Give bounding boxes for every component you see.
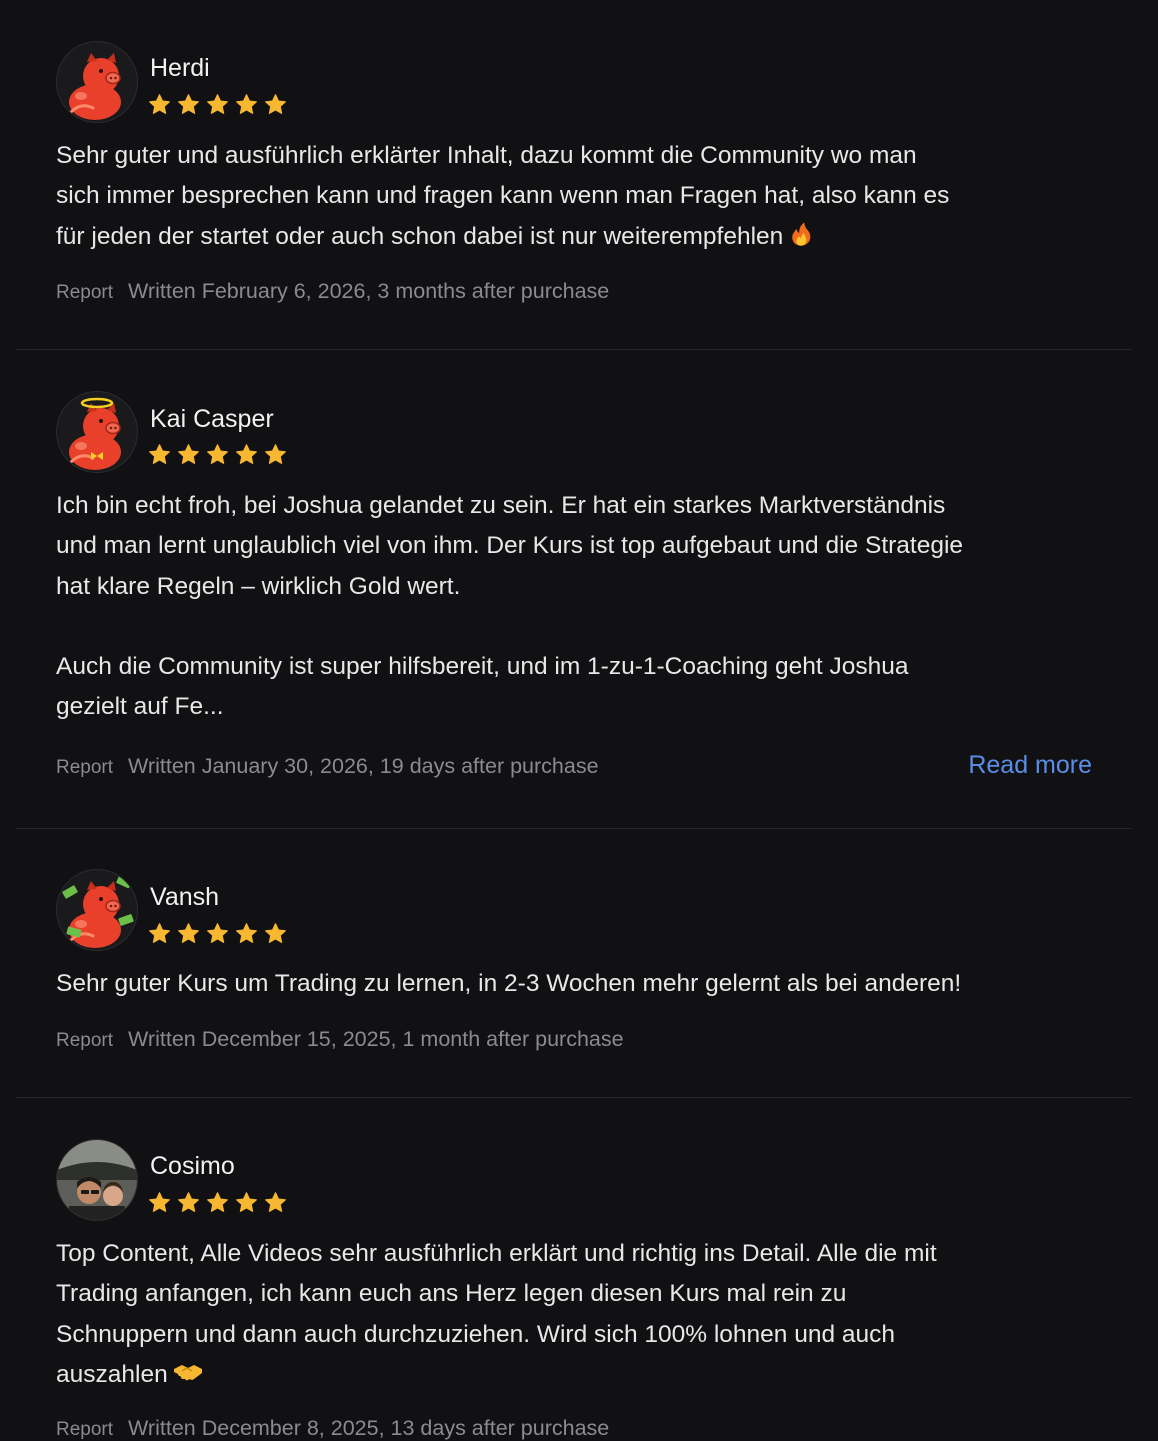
written-date: Written December 8, 2025, 13 days after … (128, 1416, 610, 1440)
written-date: Written February 6, 2026, 3 months after… (128, 279, 610, 303)
review-meta: Report Written January 30, 2026, 19 days… (56, 754, 599, 779)
reviewer-name[interactable]: Vansh (150, 882, 219, 912)
star-icon (235, 1191, 258, 1214)
reviewer-name[interactable]: Cosimo (150, 1151, 235, 1181)
review-body: Sehr guter und ausführlich erklärter Inh… (56, 136, 1116, 257)
report-link[interactable]: Report (56, 1419, 113, 1441)
handshake-emoji-icon (173, 1364, 202, 1381)
reviewer-name[interactable]: Herdi (150, 53, 210, 83)
report-link[interactable]: Report (56, 282, 113, 304)
star-icon (148, 922, 171, 945)
star-icon (264, 93, 287, 116)
star-rating (148, 922, 287, 946)
read-more-link[interactable]: Read more (968, 751, 1092, 780)
star-rating (148, 1191, 287, 1215)
photo-avatar-icon[interactable] (56, 1139, 138, 1221)
fire-emoji-icon (792, 221, 811, 246)
review-text: Sehr guter und ausführlich erklärter Inh… (56, 142, 950, 250)
star-icon (206, 93, 229, 116)
review-meta: Report Written February 6, 2026, 3 month… (56, 279, 609, 304)
star-icon (235, 922, 258, 945)
divider (16, 1097, 1132, 1098)
reviews-list: Herdi Sehr guter und ausführlich erklärt… (0, 0, 1158, 1440)
report-link[interactable]: Report (56, 1030, 113, 1052)
star-icon (148, 1191, 171, 1214)
star-icon (264, 443, 287, 466)
reviewer-name[interactable]: Kai Casper (150, 404, 274, 434)
star-icon (235, 93, 258, 116)
written-date: Written January 30, 2026, 19 days after … (128, 754, 599, 778)
star-icon (148, 443, 171, 466)
star-icon (177, 1191, 200, 1214)
star-icon (177, 443, 200, 466)
star-icon (235, 443, 258, 466)
star-icon (177, 922, 200, 945)
review-body: Sehr guter Kurs um Trading zu lernen, in… (56, 970, 962, 997)
review-meta: Report Written December 8, 2025, 13 days… (56, 1416, 609, 1441)
review-body: Top Content, Alle Videos sehr ausführlic… (56, 1234, 1116, 1395)
review-meta: Report Written December 15, 2025, 1 mont… (56, 1027, 624, 1052)
report-link[interactable]: Report (56, 757, 113, 779)
written-date: Written December 15, 2025, 1 month after… (128, 1027, 624, 1051)
star-icon (206, 1191, 229, 1214)
red-pig-money-avatar-icon[interactable] (56, 869, 138, 951)
star-rating (148, 443, 287, 467)
star-icon (206, 443, 229, 466)
star-icon (148, 93, 171, 116)
star-rating (148, 93, 287, 117)
star-icon (177, 93, 200, 116)
red-pig-halo-avatar-icon[interactable] (56, 391, 138, 473)
red-pig-avatar-icon[interactable] (56, 41, 138, 123)
star-icon (264, 922, 287, 945)
divider (16, 349, 1132, 350)
star-icon (206, 922, 229, 945)
review-body: Ich bin echt froh, bei Joshua gelandet z… (56, 492, 964, 721)
star-icon (264, 1191, 287, 1214)
divider (16, 828, 1132, 829)
